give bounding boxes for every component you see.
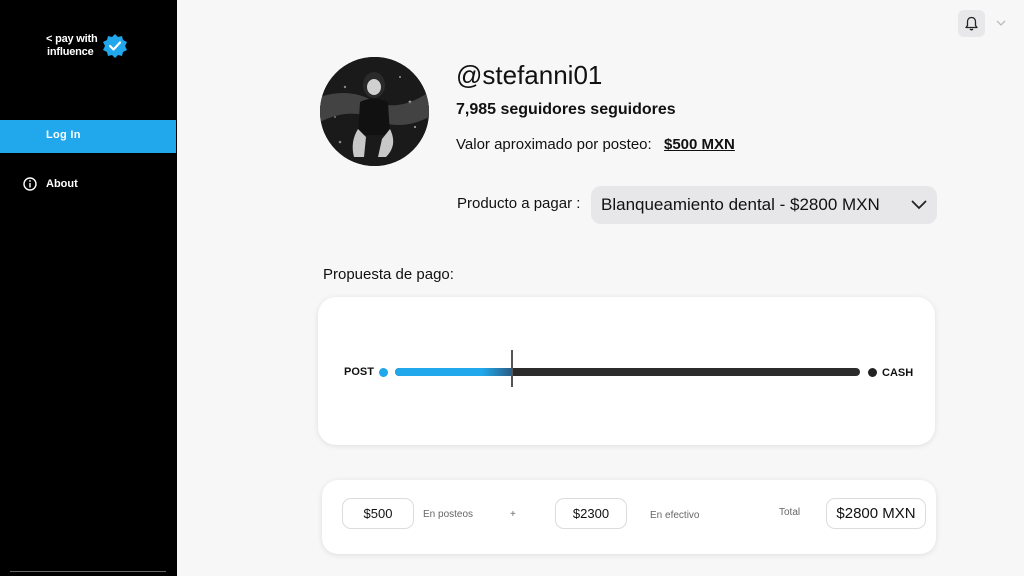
payment-slider-card: POST CASH — [318, 297, 935, 445]
notifications-button[interactable] — [958, 10, 985, 37]
cash-label: CASH — [882, 367, 914, 379]
payment-slider-handle[interactable] — [511, 350, 513, 387]
valor-value: $500 MXN — [664, 136, 735, 153]
post-label: POST — [344, 366, 374, 378]
logo-line1: < pay with — [46, 33, 98, 45]
followers-count: 7,985 seguidores seguidores — [456, 101, 676, 118]
producto-selected-value: Blanqueamiento dental - $2800 MXN — [601, 195, 880, 214]
valor-label: Valor aproximado por posteo: — [456, 136, 652, 153]
chevron-down-icon — [911, 200, 927, 210]
avatar — [320, 57, 429, 166]
totals-card: $500 En posteos + $2300 En efectivo Tota… — [322, 480, 936, 554]
payment-slider-track[interactable] — [395, 368, 860, 376]
logo[interactable]: < pay with influence — [46, 33, 136, 63]
posts-amount-input[interactable]: $500 — [342, 498, 414, 529]
chevron-down-icon[interactable] — [995, 17, 1007, 29]
cash-amount-input[interactable]: $2300 — [555, 498, 627, 529]
sidebar-item-login[interactable]: Log In — [0, 120, 176, 153]
cash-amount-label: En efectivo — [650, 510, 700, 521]
post-dot — [379, 368, 388, 377]
sidebar-item-label: About — [46, 178, 78, 190]
sidebar-item-about[interactable]: About — [0, 170, 176, 198]
bell-icon — [965, 16, 978, 31]
posts-amount-label: En posteos — [423, 509, 474, 520]
cash-dot — [868, 368, 877, 377]
verified-badge-icon — [103, 34, 127, 58]
logo-line2: influence — [47, 46, 94, 58]
producto-label: Producto a pagar : — [457, 195, 581, 212]
total-label: Total — [779, 507, 801, 518]
sidebar-divider — [10, 571, 166, 572]
plus-sign: + — [510, 509, 516, 520]
payment-slider-fill — [395, 368, 511, 376]
username: @stefanni01 — [456, 60, 603, 90]
sidebar: < pay with influence Log In About — [0, 0, 177, 576]
sidebar-item-label: Log In — [46, 129, 81, 141]
propuesta-label: Propuesta de pago: — [323, 266, 454, 283]
producto-select[interactable]: Blanqueamiento dental - $2800 MXN — [591, 186, 937, 224]
info-icon — [23, 177, 37, 191]
total-amount: $2800 MXN — [826, 498, 926, 529]
